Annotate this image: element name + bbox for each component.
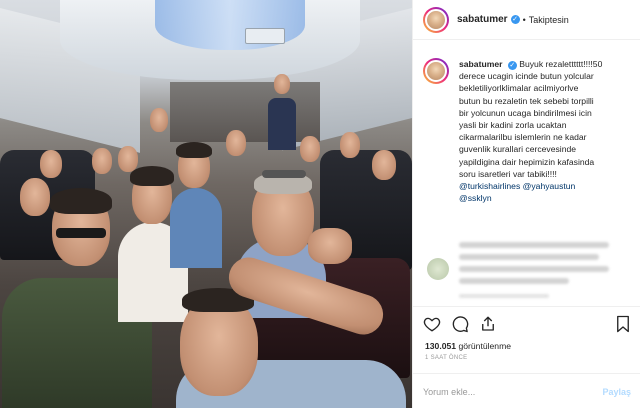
caption-line: butun bu rezaletin tek sebebi torpilli: [459, 95, 594, 106]
caption-line: cikarmalarilbu islemlerin ne kadar: [459, 132, 587, 143]
action-icons: [423, 315, 497, 333]
caption-text: sabatumer ✓ Buyuk rezaletttttt!!!!50 der…: [459, 58, 635, 204]
caption-line: bir yolcunun ucaga bindirilmesi icin: [459, 107, 592, 118]
comment-icon[interactable]: [451, 315, 469, 333]
caption-avatar[interactable]: [423, 58, 449, 84]
bookmark-icon[interactable]: [615, 315, 631, 333]
follow-status-button[interactable]: Takiptesin: [529, 15, 569, 25]
separator-dot: •: [522, 14, 526, 25]
post-video[interactable]: [0, 0, 412, 408]
cabin-aisle: [170, 82, 320, 142]
caption-line: soru isaretleri var tabiki!!!!: [459, 168, 557, 179]
heart-icon[interactable]: [423, 315, 441, 333]
post-actions: 130.051 görüntülenme 1 SAAT ÖNCE Paylaş: [413, 306, 640, 408]
author-username[interactable]: sabatumer: [457, 14, 508, 25]
caption-username[interactable]: sabatumer: [459, 59, 502, 69]
post-panel: sabatumer ✓ • Takiptesin sabatumer ✓ Buy…: [412, 0, 640, 408]
mention-link[interactable]: @ssklyn: [459, 192, 635, 204]
ceiling-sign: [245, 28, 285, 44]
view-count-label: görüntülenme: [458, 341, 512, 351]
post-timestamp[interactable]: 1 SAAT ÖNCE: [425, 355, 467, 361]
commenter-avatar: [427, 258, 449, 280]
caption-line: yasli bir kadini zorla ucaktan: [459, 120, 567, 131]
verified-badge-icon: ✓: [510, 15, 520, 24]
author-avatar[interactable]: [423, 6, 449, 33]
post-header: sabatumer ✓ • Takiptesin: [413, 0, 640, 40]
caption-line: guvenlik kurallari cercevesinde: [459, 144, 577, 155]
view-count[interactable]: 130.051 görüntülenme: [425, 341, 511, 351]
caption-line: Buyuk rezaletttttt!!!!50: [519, 59, 603, 69]
passenger-hand: [308, 228, 352, 264]
mention-links[interactable]: @turkishairlines @yahyaustun: [459, 180, 635, 192]
caption-line: yapildigina dair hepimizin kafasinda: [459, 156, 595, 167]
comment-composer: Paylaş: [413, 373, 640, 408]
post-comment-button[interactable]: Paylaş: [602, 387, 631, 397]
share-icon[interactable]: [479, 315, 497, 333]
caption-line: bekletiliyorlklimalar acilmiyorlve: [459, 83, 579, 94]
caption-line: derece ucagin icinde butun yolcular: [459, 71, 594, 82]
verified-badge-icon: ✓: [507, 61, 517, 70]
view-count-number: 130.051: [425, 341, 457, 351]
comment-input[interactable]: [423, 386, 603, 397]
